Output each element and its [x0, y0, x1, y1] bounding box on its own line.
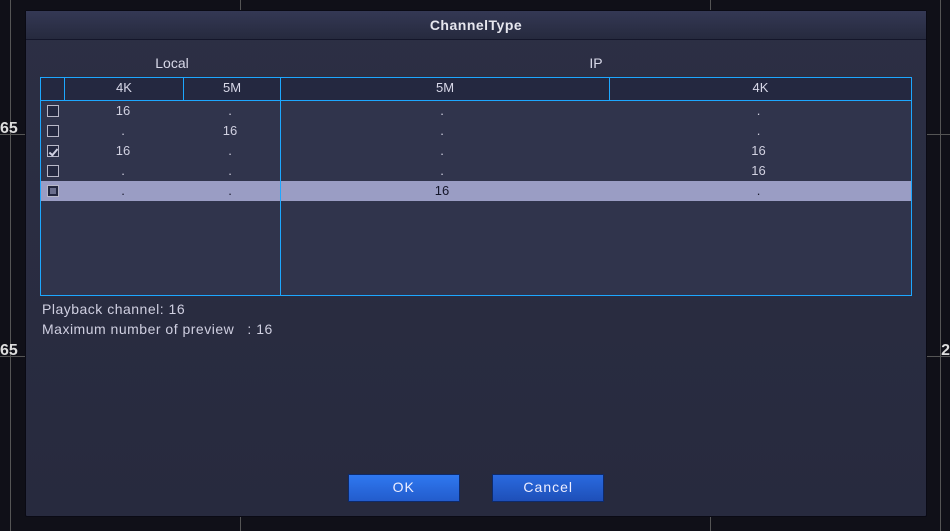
preview-label: Maximum number of preview — [42, 321, 234, 337]
col-header-ip-4k: 4K — [610, 78, 911, 100]
playback-label: Playback channel: — [42, 301, 164, 317]
cell-local-5m: . — [182, 161, 278, 181]
group-header-ip: IP — [280, 55, 912, 77]
preview-value: 16 — [256, 321, 273, 337]
cell-ip-4k: 16 — [606, 141, 911, 161]
cell-local-5m: . — [182, 141, 278, 161]
info-block: Playback channel: 16 Maximum number of p… — [42, 301, 273, 341]
col-header-local-4k: 4K — [65, 78, 184, 100]
cell-ip-4k: . — [606, 101, 911, 121]
column-header-row: 4K 5M 5M 4K — [40, 77, 912, 101]
row-checkbox[interactable] — [41, 121, 64, 141]
table-row[interactable]: . . . 16 — [41, 161, 911, 181]
table-row[interactable]: . 16 . . — [41, 121, 911, 141]
cell-ip-5m: 16 — [278, 181, 606, 201]
playback-channel-line: Playback channel: 16 — [42, 301, 273, 317]
channeltype-dialog: ChannelType Local IP 4K 5M 5M 4K 16 . . … — [25, 10, 927, 517]
cell-ip-5m: . — [278, 121, 606, 141]
cell-local-4k: . — [64, 181, 182, 201]
row-checkbox[interactable] — [41, 181, 64, 201]
group-header-row: Local IP — [40, 55, 912, 77]
cell-local-5m: 16 — [182, 121, 278, 141]
max-preview-line: Maximum number of preview : 16 — [42, 321, 273, 337]
cell-ip-5m: . — [278, 141, 606, 161]
dialog-button-row: OK Cancel — [26, 474, 926, 502]
ok-button[interactable]: OK — [348, 474, 460, 502]
cell-local-4k: 16 — [64, 141, 182, 161]
cell-local-5m: . — [182, 181, 278, 201]
table-body: 16 . . . . 16 . . 16 . . 16 . — [40, 101, 912, 296]
dialog-title: ChannelType — [26, 11, 926, 40]
row-checkbox[interactable] — [41, 101, 64, 121]
cell-ip-5m: . — [278, 101, 606, 121]
cell-local-4k: . — [64, 121, 182, 141]
table-row[interactable]: . . 16 . — [41, 181, 911, 201]
cancel-button[interactable]: Cancel — [492, 474, 604, 502]
cell-local-4k: . — [64, 161, 182, 181]
col-header-ip-5m: 5M — [281, 78, 610, 100]
cell-ip-4k: . — [606, 121, 911, 141]
cell-local-5m: . — [182, 101, 278, 121]
row-checkbox[interactable] — [41, 161, 64, 181]
col-header-checkbox — [41, 78, 65, 100]
channel-table: Local IP 4K 5M 5M 4K 16 . . . . 16 . — [40, 55, 912, 296]
table-row[interactable]: 16 . . 16 — [41, 141, 911, 161]
table-row[interactable]: 16 . . . — [41, 101, 911, 121]
cell-ip-4k: 16 — [606, 161, 911, 181]
playback-value: 16 — [169, 301, 186, 317]
preview-sep: : — [247, 321, 251, 337]
row-checkbox[interactable] — [41, 141, 64, 161]
cell-ip-5m: . — [278, 161, 606, 181]
group-header-local: Local — [64, 55, 280, 77]
cell-local-4k: 16 — [64, 101, 182, 121]
col-header-local-5m: 5M — [184, 78, 281, 100]
cell-ip-4k: . — [606, 181, 911, 201]
